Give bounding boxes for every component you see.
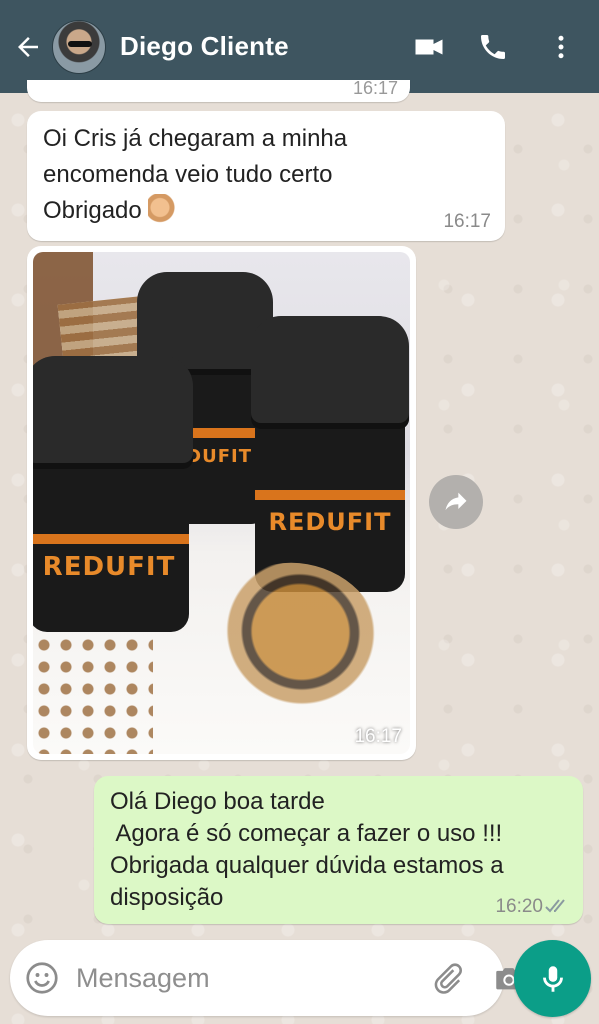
video-call-button[interactable] (405, 23, 453, 71)
photo-tablecloth-pattern (33, 634, 153, 754)
contact-name[interactable]: Diego Cliente (120, 31, 405, 62)
product-jar: REDUFIT (33, 356, 193, 632)
mic-icon (542, 965, 563, 992)
back-button[interactable] (8, 27, 48, 67)
message-composer (10, 940, 522, 1016)
incoming-image-message[interactable]: REDUFIT REDUFIT REDUFIT 16:17 (27, 246, 416, 760)
voice-call-button[interactable] (469, 23, 517, 71)
message-text: Olá Diego boa tarde Agora é só começar a… (110, 788, 504, 911)
message-time: 16:17 (354, 726, 402, 747)
message-time: 16:20 (495, 896, 543, 917)
voice-message-button[interactable] (514, 940, 591, 1017)
more-vert-icon (558, 35, 564, 58)
phone-icon (481, 34, 505, 59)
message-input[interactable] (76, 956, 430, 1000)
product-photo[interactable]: REDUFIT REDUFIT REDUFIT 16:17 (33, 252, 410, 754)
message-time: 16:17 (352, 78, 398, 98)
double-check-icon (545, 899, 565, 913)
video-call-icon (415, 39, 443, 54)
message-text: Oi Cris já chegaram a minha encomenda ve… (43, 125, 348, 224)
attach-icon (434, 963, 462, 994)
outgoing-message-bubble[interactable]: Olá Diego boa tarde Agora é só começar a… (94, 776, 583, 924)
forward-icon (445, 492, 467, 511)
product-jar: REDUFIT (251, 316, 409, 592)
forward-button[interactable] (429, 475, 483, 529)
more-options-button[interactable] (537, 23, 585, 71)
thumbs-up-emoji-icon (148, 194, 179, 224)
emoji-icon (26, 962, 58, 994)
incoming-message-bubble[interactable]: Oi Cris já chegaram a minha encomenda ve… (27, 111, 505, 241)
message-time: 16:17 (443, 211, 491, 232)
previous-message-bubble[interactable]: 16:17 (27, 78, 410, 102)
back-arrow-icon (18, 36, 38, 57)
attach-button[interactable] (430, 956, 464, 1000)
avatar[interactable] (52, 19, 106, 74)
emoji-button[interactable] (24, 958, 60, 998)
